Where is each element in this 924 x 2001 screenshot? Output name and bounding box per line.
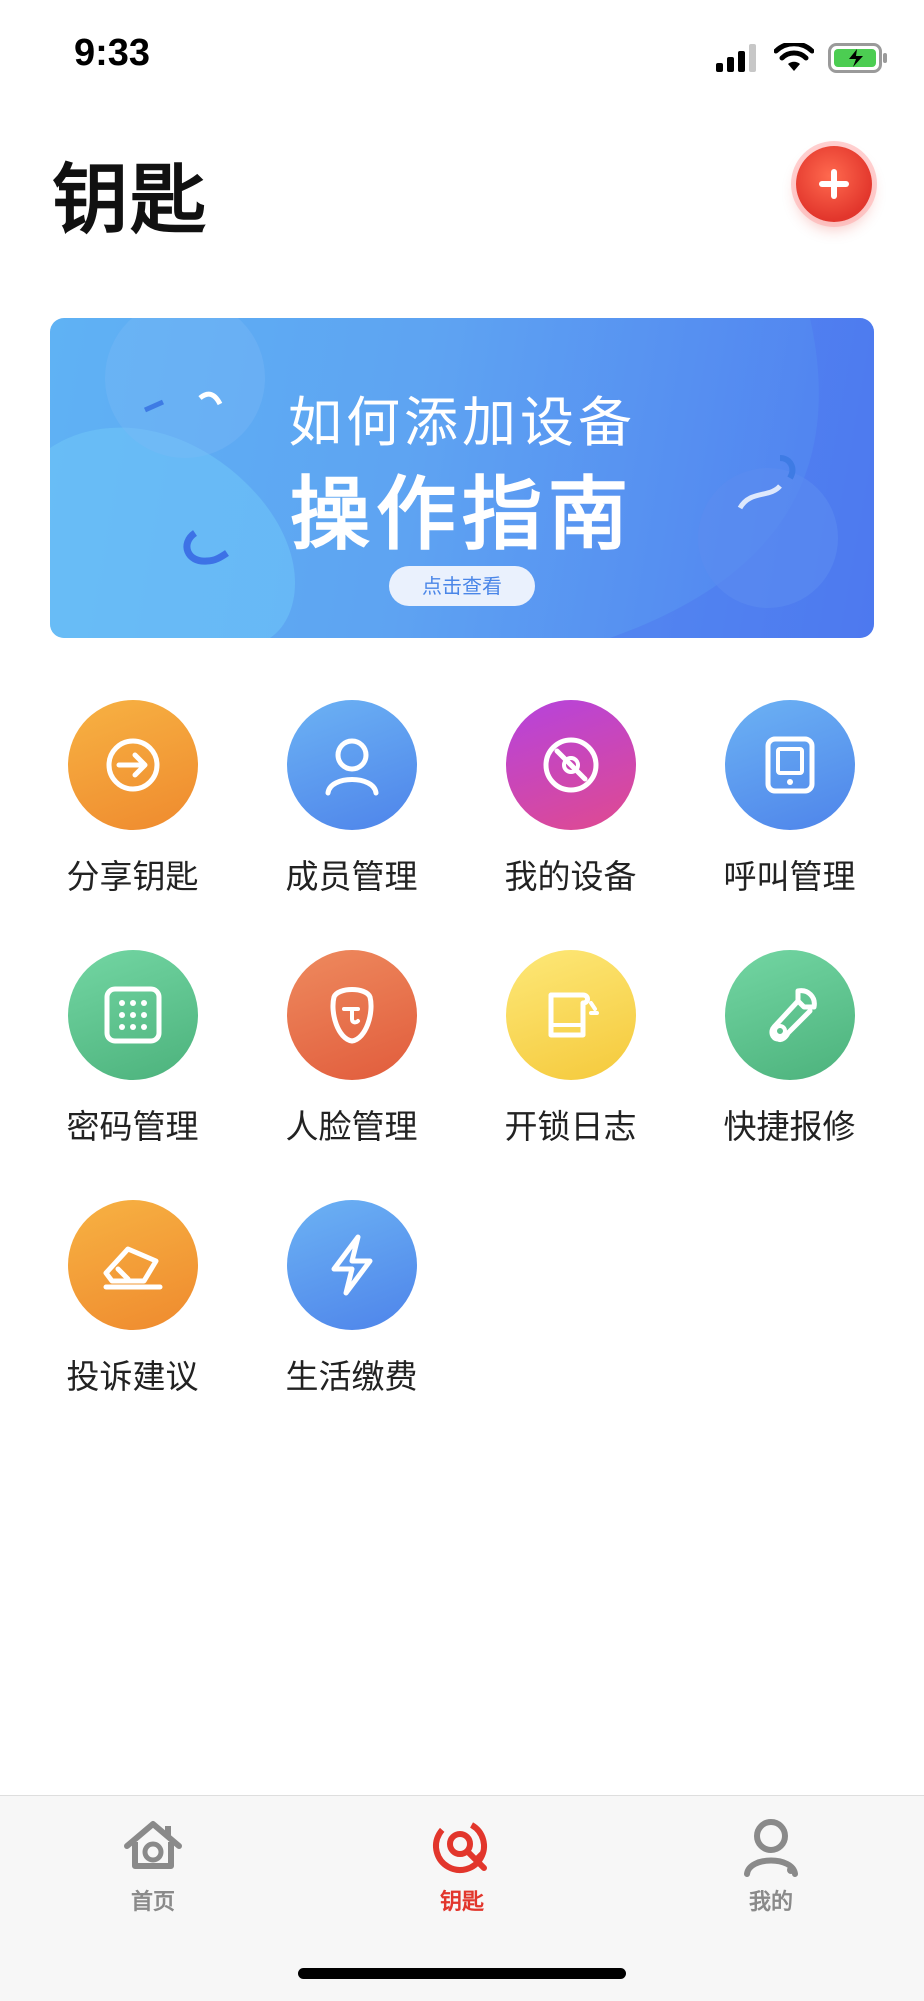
signal-icon: [716, 44, 756, 72]
grid-item-member-management[interactable]: 成员管理: [242, 700, 461, 920]
eraser-icon: [103, 1246, 162, 1290]
profile-icon: [744, 1819, 798, 1877]
key-icon: [433, 1819, 487, 1873]
share-arrow-icon: [106, 738, 159, 792]
banner-view-button[interactable]: 点击查看: [389, 566, 535, 606]
tab-mine[interactable]: 我的: [671, 1814, 871, 1924]
grid-icon-bg: [67, 950, 198, 1080]
grid-item-share-key[interactable]: 分享钥匙: [23, 700, 242, 920]
tab-label: 我的: [748, 1890, 793, 1915]
keypad-icon: [104, 986, 161, 1044]
grid-item-call-management[interactable]: 呼叫管理: [680, 700, 899, 920]
home-indicator: [298, 1968, 626, 1979]
grid-label: 我的设备: [504, 857, 637, 896]
grid-item-face-management[interactable]: 人脸管理: [242, 950, 461, 1170]
grid-icon-bg: [286, 1200, 417, 1330]
tablet-icon: [765, 736, 814, 794]
grid-icon-bg: [286, 950, 417, 1080]
grid-icon-bg: [67, 1200, 198, 1330]
grid-icon-bg: [67, 700, 198, 830]
status-time: 9:33: [74, 32, 151, 74]
grid-icon-bg: [505, 950, 636, 1080]
tab-label: 首页: [130, 1890, 175, 1915]
grid-label: 人脸管理: [285, 1107, 418, 1146]
grid-icon-bg: [724, 700, 855, 830]
grid-icon-bg: [724, 950, 855, 1080]
status-icons: [716, 40, 888, 76]
plus-icon: [819, 169, 849, 199]
grid-item-my-devices[interactable]: 我的设备: [461, 700, 680, 920]
wrench-icon: [768, 988, 817, 1042]
tab-home[interactable]: 首页: [53, 1814, 253, 1924]
grid-label: 投诉建议: [66, 1357, 199, 1396]
person-icon: [325, 738, 378, 796]
banner-title: 操作指南: [290, 468, 634, 561]
grid-item-complaints[interactable]: 投诉建议: [23, 1200, 242, 1420]
grid-label: 分享钥匙: [66, 857, 199, 896]
grid-label: 开锁日志: [504, 1107, 637, 1146]
grid-item-quick-repair[interactable]: 快捷报修: [680, 950, 899, 1170]
guide-banner[interactable]: 如何添加设备 操作指南 点击查看: [50, 318, 874, 638]
face-icon: [330, 987, 373, 1044]
grid-item-utility-payment[interactable]: 生活缴费: [242, 1200, 461, 1420]
wifi-icon: [774, 43, 814, 71]
disc-icon: [543, 737, 598, 793]
grid-icon-bg: [286, 700, 417, 830]
tab-keys[interactable]: 钥匙: [362, 1814, 562, 1924]
grid-item-unlock-log[interactable]: 开锁日志: [461, 950, 680, 1170]
grid-icon-bg: [505, 700, 636, 830]
banner-subtitle: 如何添加设备: [288, 391, 636, 454]
grid-label: 成员管理: [285, 857, 418, 896]
grid-label: 生活缴费: [285, 1357, 418, 1396]
grid-label: 密码管理: [66, 1107, 199, 1146]
lightning-icon: [331, 1234, 372, 1296]
page-title: 钥匙: [52, 155, 208, 244]
status-bar: 9:33: [0, 0, 924, 110]
grid-item-password-management[interactable]: 密码管理: [23, 950, 242, 1170]
battery-icon: [828, 43, 887, 73]
log-book-icon: [548, 992, 599, 1038]
grid-label: 快捷报修: [723, 1107, 856, 1146]
tab-label: 钥匙: [439, 1890, 484, 1915]
home-icon: [124, 1821, 182, 1869]
add-button[interactable]: [796, 146, 872, 222]
grid-label: 呼叫管理: [723, 857, 856, 896]
